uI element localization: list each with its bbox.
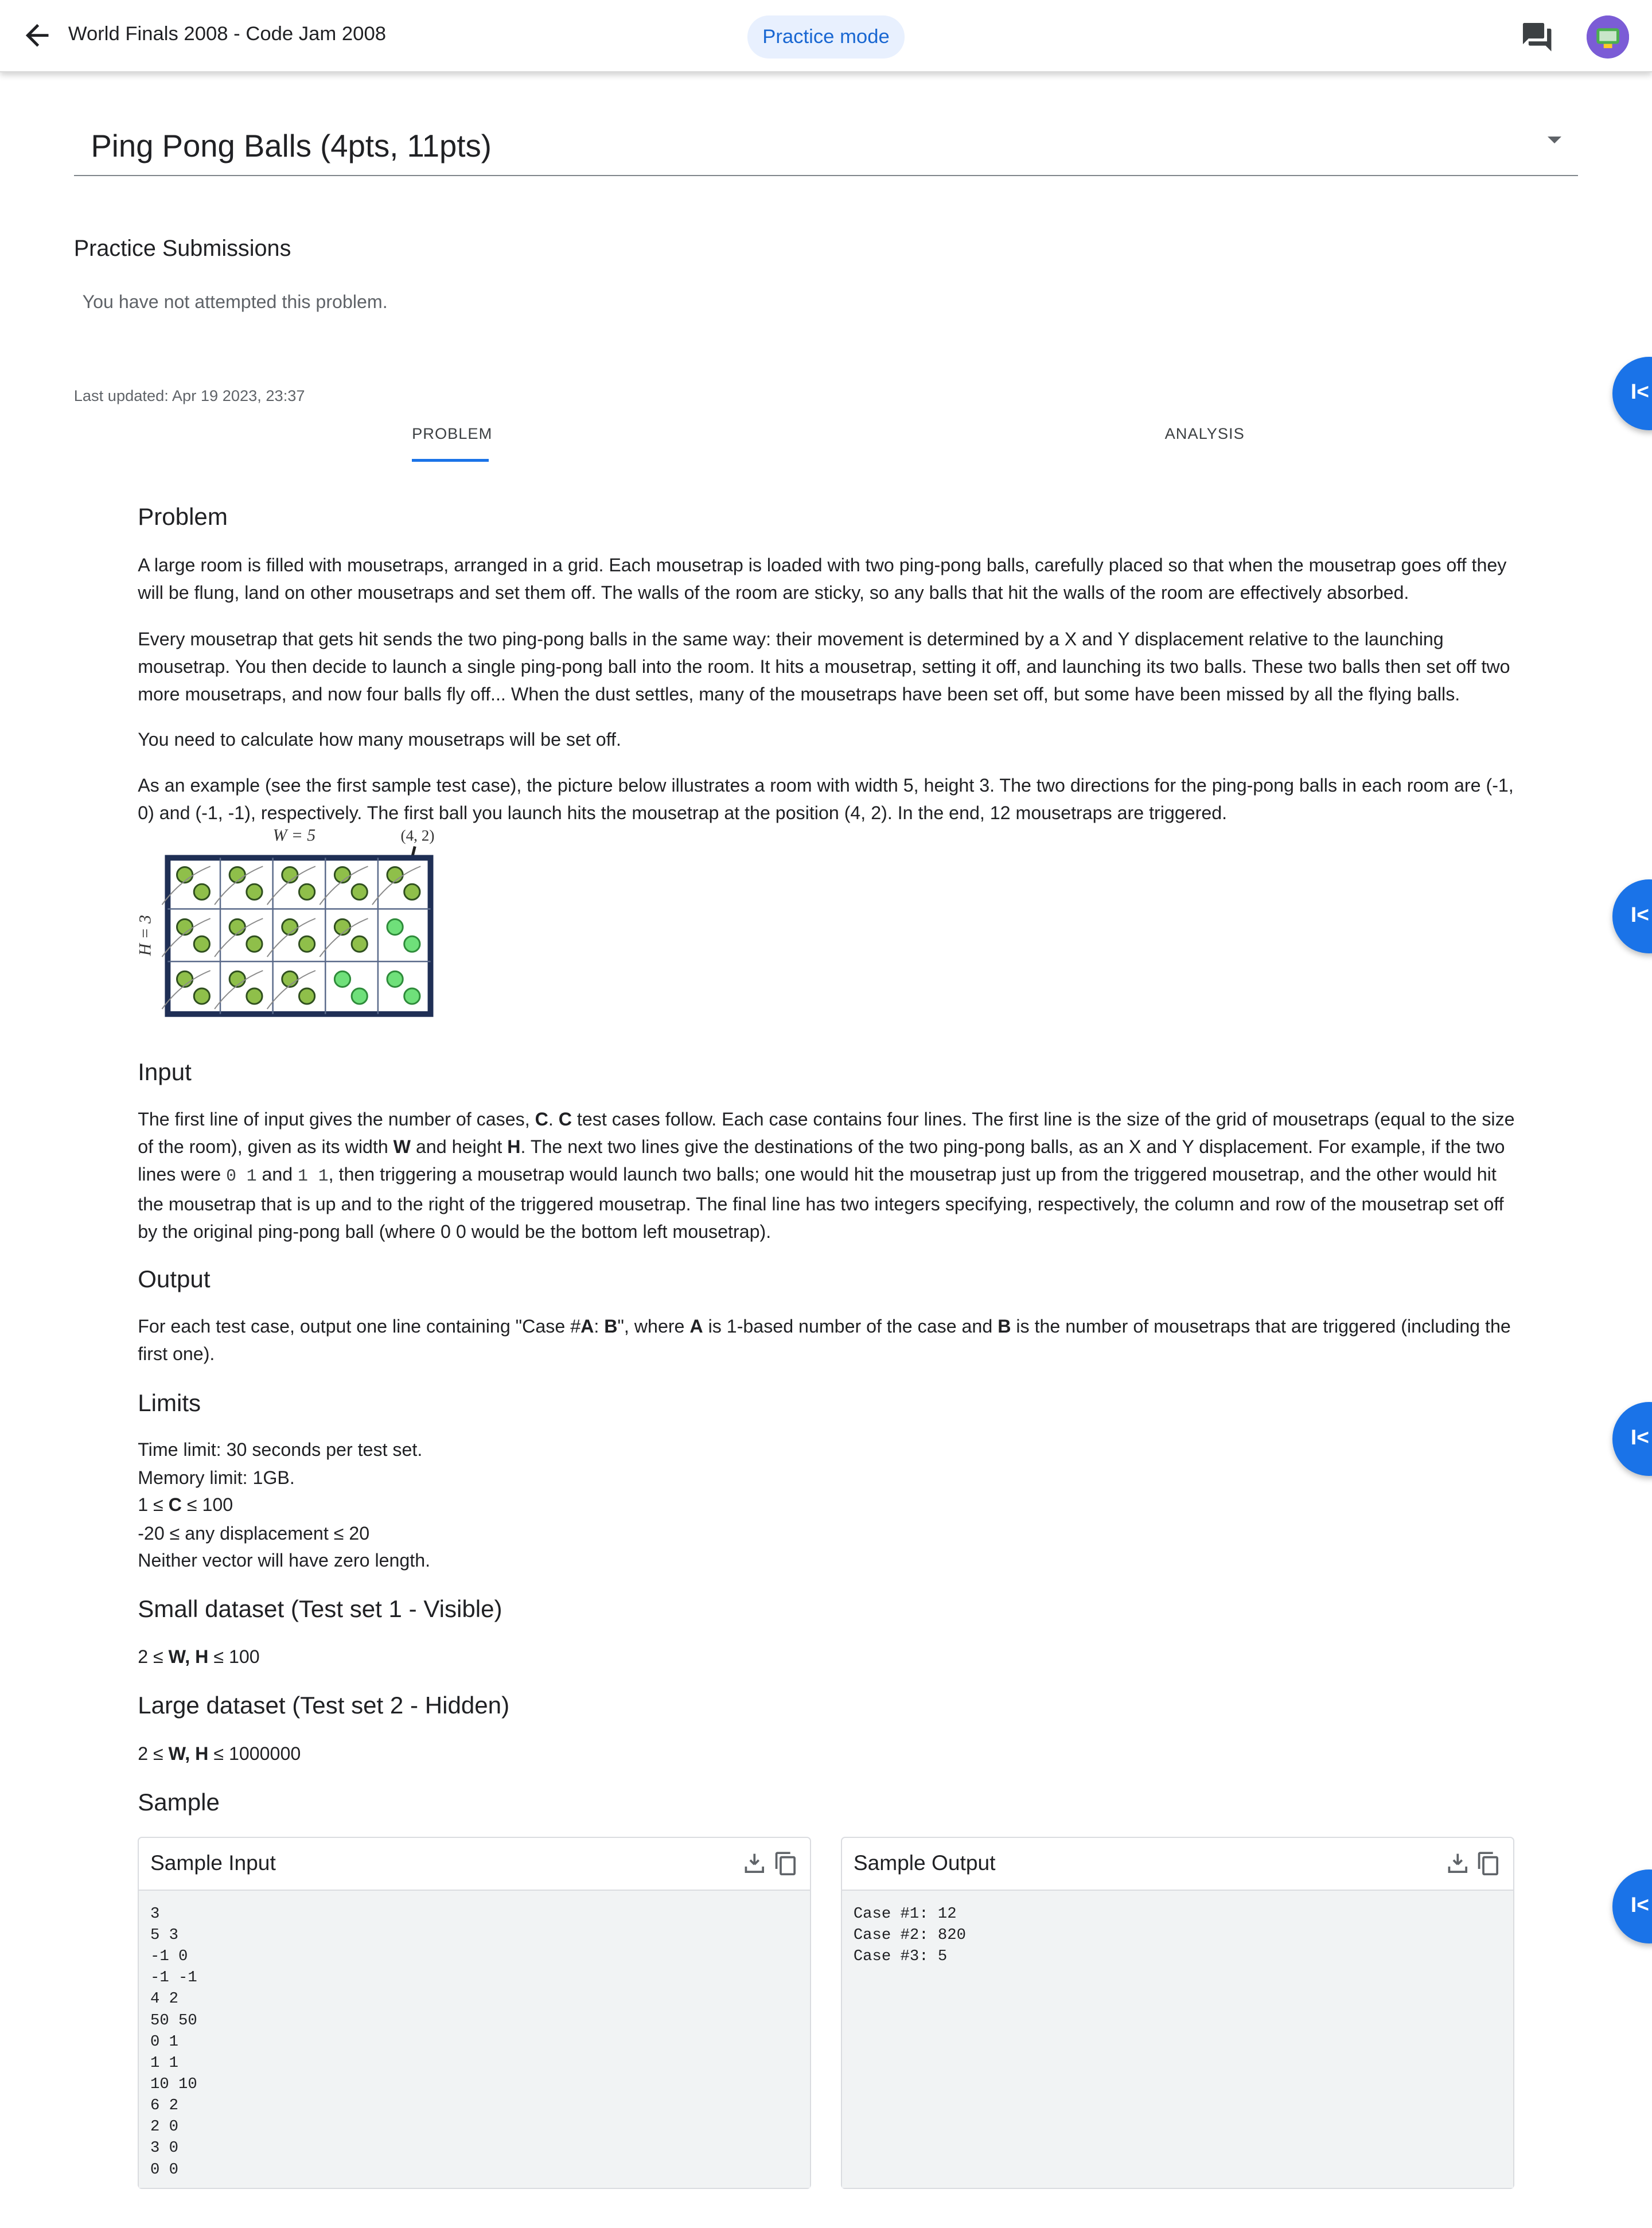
sample-input-card: Sample Input 3 5 3 -1 0 -1 -1 4 2 50 50 … xyxy=(138,1836,812,2190)
download-icon[interactable] xyxy=(1445,1851,1471,1876)
problem-paragraph: Every mousetrap that gets hit sends the … xyxy=(138,628,1510,705)
first-page-icon: I< xyxy=(1630,902,1649,926)
limits-heading: Limits xyxy=(138,1389,201,1416)
ping-pong-ball xyxy=(246,987,263,1006)
ping-pong-ball xyxy=(386,971,404,988)
problem-paragraph: As an example (see the first sample test… xyxy=(138,774,1514,823)
sample-output-text[interactable]: Case #1: 12 Case #2: 820 Case #3: 5 xyxy=(854,1903,966,1967)
tab-analysis[interactable]: ANALYSIS xyxy=(1165,424,1245,443)
ping-pong-ball xyxy=(386,918,404,936)
submissions-heading: Practice Submissions xyxy=(73,236,291,262)
ping-pong-ball xyxy=(350,935,368,953)
contest-title: World Finals 2008 - Code Jam 2008 xyxy=(68,22,387,45)
ping-pong-ball xyxy=(193,935,211,953)
problem-selector[interactable]: Ping Pong Balls (4pts, 11pts) xyxy=(73,116,1579,176)
last-updated: Last updated: Apr 19 2023, 23:37 xyxy=(73,386,305,404)
output-paragraph: For each test case, output one line cont… xyxy=(138,1316,1511,1365)
ping-pong-ball xyxy=(350,987,368,1006)
sample-input-header: Sample Input xyxy=(139,1838,811,1891)
output-heading: Output xyxy=(138,1265,211,1293)
copy-icon[interactable] xyxy=(773,1849,799,1878)
small-dataset-heading: Small dataset (Test set 1 - Visible) xyxy=(138,1595,502,1622)
input-paragraph: The first line of input gives the number… xyxy=(138,1108,1515,1242)
sample-output-card: Sample Output Case #1: 12 Case #2: 820 C… xyxy=(841,1836,1514,2190)
sample-output-header: Sample Output xyxy=(842,1838,1513,1891)
sample-input-body: 3 5 3 -1 0 -1 -1 4 2 50 50 0 1 1 1 10 10… xyxy=(139,1890,811,2188)
ping-pong-ball xyxy=(246,883,263,901)
tab-problem[interactable]: PROBLEM xyxy=(412,424,492,443)
ping-pong-ball xyxy=(298,935,316,953)
first-page-icon: I< xyxy=(1630,379,1649,404)
first-page-icon: I< xyxy=(1630,1424,1649,1449)
download-icon[interactable] xyxy=(742,1851,767,1876)
active-tab-indicator xyxy=(412,458,489,462)
ping-pong-ball xyxy=(403,883,421,901)
limit-line: 1 ≤ C ≤ 100 xyxy=(138,1494,233,1516)
limit-line: Neither vector will have zero length. xyxy=(138,1549,431,1571)
side-panel-button[interactable]: I< xyxy=(1612,1402,1652,1476)
problem-paragraph: You need to calculate how many mousetrap… xyxy=(138,729,621,750)
sample-input-text[interactable]: 3 5 3 -1 0 -1 -1 4 2 50 50 0 1 1 1 10 10… xyxy=(150,1903,197,2180)
side-panel-button[interactable]: I< xyxy=(1612,879,1652,953)
ping-pong-ball xyxy=(246,935,263,953)
arrow-back-icon[interactable] xyxy=(20,18,54,52)
side-panel-button[interactable]: I< xyxy=(1612,1869,1652,1943)
ping-pong-ball xyxy=(333,971,351,988)
side-panel-button[interactable]: I< xyxy=(1612,356,1652,431)
mousetrap-grid-figure: W = 5 (4, 2) H = 3 xyxy=(136,827,434,1018)
top-app-bar: World Finals 2008 - Code Jam 2008 Practi… xyxy=(0,0,1652,73)
limit-line: Memory limit: 1GB. xyxy=(138,1467,295,1489)
problem-paragraph: A large room is filled with mousetraps, … xyxy=(138,554,1507,603)
ping-pong-ball xyxy=(350,883,368,901)
sample-output-body: Case #1: 12 Case #2: 820 Case #3: 5 xyxy=(842,1890,1513,2188)
small-dataset-limit: 2 ≤ W, H ≤ 100 xyxy=(138,1646,260,1668)
ping-pong-ball xyxy=(298,987,316,1006)
ping-pong-ball xyxy=(403,987,421,1006)
sample-input-title: Sample Input xyxy=(150,1851,276,1875)
ping-pong-ball xyxy=(403,935,421,953)
width-label: W = 5 xyxy=(272,827,315,845)
submissions-empty-text: You have not attempted this problem. xyxy=(82,291,388,312)
large-dataset-limit: 2 ≤ W, H ≤ 1000000 xyxy=(138,1743,301,1764)
limit-line: -20 ≤ any displacement ≤ 20 xyxy=(138,1522,370,1544)
ping-pong-ball xyxy=(193,987,211,1006)
first-page-icon: I< xyxy=(1630,1892,1649,1917)
practice-mode-badge[interactable]: Practice mode xyxy=(747,15,905,59)
ping-pong-ball xyxy=(193,883,211,901)
ping-pong-ball xyxy=(298,883,316,901)
copy-icon[interactable] xyxy=(1476,1849,1502,1878)
limit-line: Time limit: 30 seconds per test set. xyxy=(138,1439,423,1460)
problem-heading: Problem xyxy=(138,503,228,530)
avatar-image xyxy=(1587,15,1630,59)
chat-icon[interactable] xyxy=(1520,20,1554,54)
sample-heading: Sample xyxy=(138,1788,220,1816)
position-label: (4, 2) xyxy=(400,827,434,844)
sample-output-title: Sample Output xyxy=(853,1851,996,1875)
height-label: H = 3 xyxy=(136,915,154,956)
dropdown-arrow-icon xyxy=(1547,136,1561,143)
input-heading: Input xyxy=(138,1058,192,1085)
large-dataset-heading: Large dataset (Test set 2 - Hidden) xyxy=(138,1692,510,1719)
avatar[interactable] xyxy=(1587,15,1630,59)
problem-title: Ping Pong Balls (4pts, 11pts) xyxy=(91,128,492,163)
